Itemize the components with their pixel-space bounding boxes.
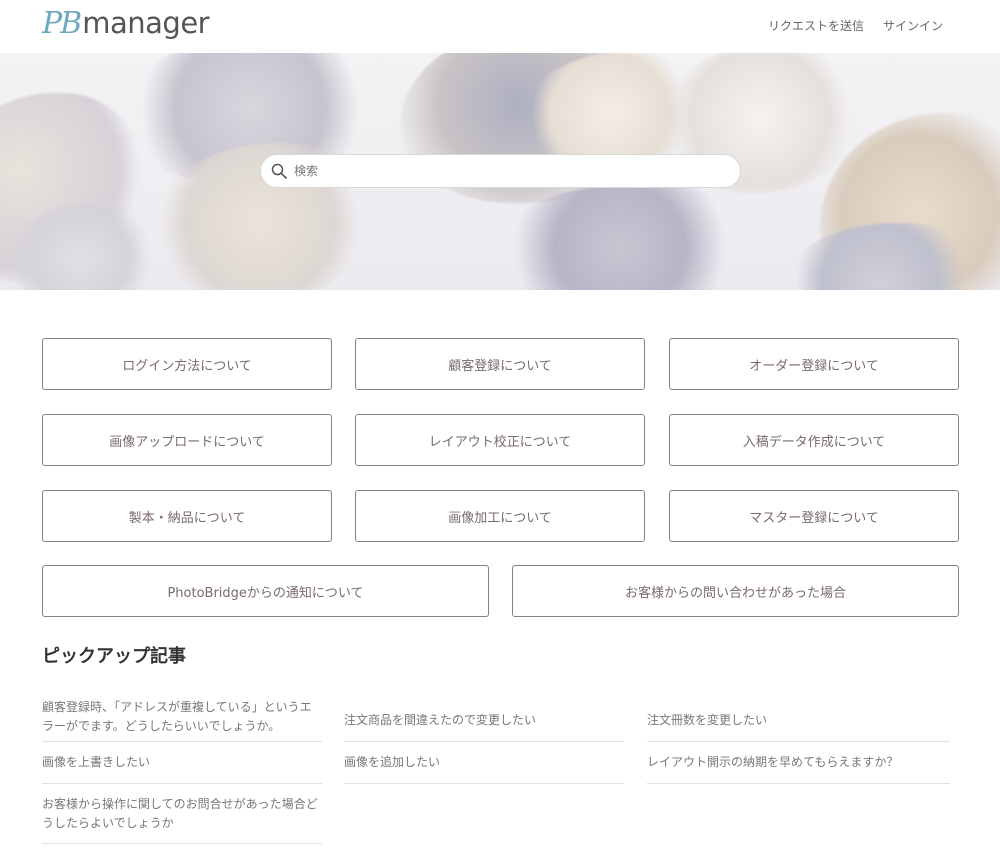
logo-word: manager [82, 6, 210, 40]
article-link[interactable]: 画像を追加したい [344, 742, 624, 784]
sign-in-link[interactable]: サインイン [883, 17, 943, 34]
article-link[interactable]: 注文冊数を変更したい [647, 700, 950, 742]
category-image-processing[interactable]: 画像加工について [355, 490, 645, 542]
article-link[interactable]: レイアウト開示の納期を早めてもらえますか？ [647, 742, 950, 784]
article-link[interactable]: 注文商品を間違えたので変更したい [344, 700, 624, 742]
category-binding-delivery[interactable]: 製本・納品について [42, 490, 332, 542]
hero-banner [0, 53, 1000, 290]
category-master-registration[interactable]: マスター登録について [669, 490, 959, 542]
pickup-title: ピックアップ記事 [42, 646, 186, 667]
logo[interactable]: PB manager [42, 6, 210, 46]
submit-request-link[interactable]: リクエストを送信 [768, 17, 864, 34]
category-layout-proof[interactable]: レイアウト校正について [355, 414, 645, 466]
decorative-petal [780, 223, 980, 290]
category-image-upload[interactable]: 画像アップロードについて [42, 414, 332, 466]
logo-mark: PB [42, 6, 82, 41]
article-link[interactable]: 顧客登録時、「アドレスが重複している」というエラーがでます。どうしたらいいでしょ… [42, 692, 322, 742]
category-submission-data[interactable]: 入稿データ作成について [669, 414, 959, 466]
category-photobridge-notifications[interactable]: PhotoBridgeからの通知について [42, 565, 489, 617]
search-input[interactable] [294, 164, 714, 178]
article-link[interactable]: お客様から操作に関してのお問合せがあった場合どうしたらよいでしょうか [42, 784, 322, 844]
search-icon [271, 163, 287, 179]
category-order-registration[interactable]: オーダー登録について [669, 338, 959, 390]
site-header: PB manager リクエストを送信 サインイン [0, 0, 1000, 53]
search-bar[interactable] [260, 154, 741, 188]
category-login[interactable]: ログイン方法について [42, 338, 332, 390]
category-customer-inquiries[interactable]: お客様からの問い合わせがあった場合 [512, 565, 959, 617]
top-nav: リクエストを送信 サインイン [768, 17, 943, 34]
category-customer-registration[interactable]: 顧客登録について [355, 338, 645, 390]
article-link[interactable]: 画像を上書きしたい [42, 742, 322, 784]
